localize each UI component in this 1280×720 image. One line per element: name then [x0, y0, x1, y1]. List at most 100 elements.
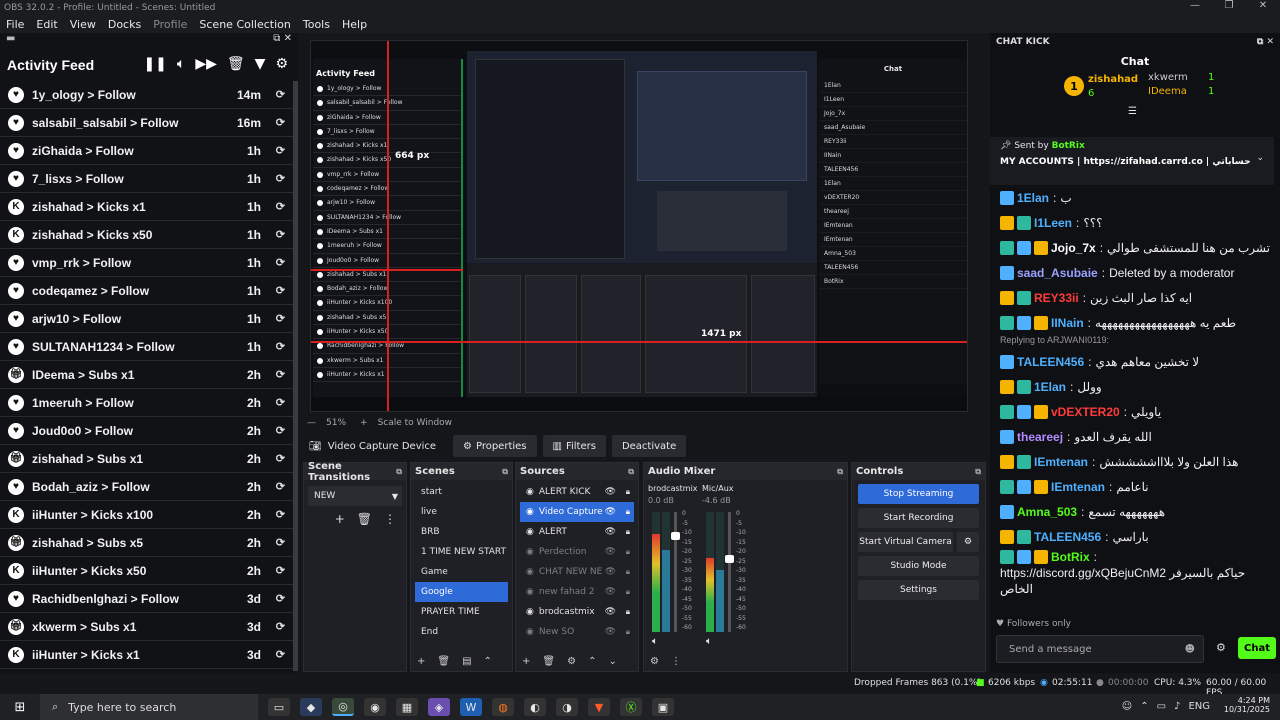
speaker-icon[interactable]: 🔈︎ — [652, 636, 658, 647]
emoji-icon[interactable]: ☻ — [1185, 644, 1195, 655]
trash-icon[interactable]: 🗑︎ — [542, 656, 555, 667]
dock-grip-icon[interactable]: ▬ — [6, 33, 15, 44]
activity-item[interactable]: ♥ Joud0o0 > Follow 2h ⟳ — [0, 417, 293, 445]
chat-username[interactable]: REY33ii — [1034, 290, 1079, 306]
dock-undock-icon[interactable]: ⧉ — [975, 467, 981, 477]
virtual-camera-button[interactable]: Start Virtual Camera — [858, 532, 953, 552]
chat-username[interactable]: TALEEN456 — [1034, 529, 1101, 545]
replay-icon[interactable]: ⟳ — [276, 620, 285, 633]
lock-icon[interactable]: 🔒︎ — [626, 607, 630, 617]
trash-icon[interactable]: 🗑︎ — [227, 56, 245, 72]
menu-file[interactable]: File — [0, 18, 30, 31]
activity-item[interactable]: KiiHunter > Kicks x50 2h ⟳ — [0, 557, 293, 585]
activity-item[interactable]: KiiHunter > Kicks x1 3d ⟳ — [0, 641, 293, 669]
gear-icon[interactable]: ⚙ — [567, 656, 576, 667]
menu-profile[interactable]: Profile — [147, 18, 193, 31]
expand-icon[interactable]: ☰ — [1128, 106, 1137, 117]
preview-toggle-icon[interactable]: — — [307, 418, 316, 428]
lock-icon[interactable]: 🔒︎ — [626, 487, 630, 497]
chat-username[interactable]: vDEXTER20 — [1051, 404, 1120, 420]
start-recording-button[interactable]: Start Recording — [858, 508, 979, 528]
activity-item[interactable]: Kzishahad > Kicks x50 1h ⟳ — [0, 221, 293, 249]
eye-icon[interactable]: 👁︎ — [605, 507, 616, 517]
replay-icon[interactable]: ⟳ — [276, 564, 285, 577]
activity-item[interactable]: ♥ 1y_ology > Follow 14m ⟳ — [0, 81, 293, 109]
activity-item[interactable]: ♥ salsabil_salsabil > Follow 16m ⟳ — [0, 109, 293, 137]
replay-icon[interactable]: ⟳ — [276, 452, 285, 465]
lock-icon[interactable]: 🔒︎ — [626, 567, 630, 577]
person-icon[interactable]: ☺ — [1122, 701, 1132, 712]
minimize-icon[interactable]: — — [1178, 0, 1212, 11]
scene-item[interactable]: Game — [415, 562, 508, 582]
activity-item[interactable]: ♥ vmp_rrk > Follow 1h ⟳ — [0, 249, 293, 277]
close-icon[interactable]: ✕ — [1246, 0, 1280, 11]
zoom-mode[interactable]: Scale to Window — [378, 418, 452, 428]
menu-edit[interactable]: Edit — [30, 18, 63, 31]
obs-icon[interactable]: ◉ — [364, 698, 386, 716]
menu-docks[interactable]: Docks — [102, 18, 147, 31]
activity-item[interactable]: 🎁︎ IDeema > Subs x1 2h ⟳ — [0, 361, 293, 389]
source-item[interactable]: ◉ New SO 👁︎ 🔒︎ — [520, 622, 634, 642]
eye-icon[interactable]: 👁︎ — [605, 587, 616, 597]
activity-item[interactable]: ♥ Bodah_aziz > Follow 2h ⟳ — [0, 473, 293, 501]
edge-icon[interactable]: ◐ — [524, 698, 546, 716]
studio-mode-button[interactable]: Studio Mode — [858, 556, 979, 576]
volume-icon[interactable]: 🔈︎ — [177, 56, 185, 72]
chat-username[interactable]: Jojo_7x — [1051, 240, 1096, 256]
eye-icon[interactable]: 👁︎ — [605, 547, 616, 557]
activity-item[interactable]: 🎁︎ xkwerm > Subs x1 3d ⟳ — [0, 613, 293, 641]
activity-item[interactable]: ♥ 7_lisxs > Follow 1h ⟳ — [0, 165, 293, 193]
pinned-text[interactable]: MY ACCOUNTS | https://zifahad.carrd.co |… — [1000, 157, 1264, 167]
activity-item[interactable]: ♥ Rachidbenlghazi > Follow 3d ⟳ — [0, 585, 293, 613]
preview-canvas[interactable]: Activity Feed 1y_ology > Follow salsabil_… — [310, 40, 968, 412]
chat-username[interactable]: IINain — [1051, 315, 1084, 331]
store-icon[interactable]: ▦ — [396, 698, 418, 716]
task-view-icon[interactable]: ▭ — [268, 698, 290, 716]
lock-icon[interactable]: 🔒︎ — [626, 587, 630, 597]
replay-icon[interactable]: ⟳ — [276, 228, 285, 241]
eye-icon[interactable]: 👁︎ — [605, 567, 616, 577]
scene-item[interactable]: Google — [415, 582, 508, 602]
source-item[interactable]: ◉ CHAT NEW NE 👁︎ 🔒︎ — [520, 562, 634, 582]
deactivate-button[interactable]: Deactivate — [611, 435, 687, 457]
chat-username[interactable]: I1Leen — [1034, 215, 1072, 231]
source-item[interactable]: ◉ Perdection 👁︎ 🔒︎ — [520, 542, 634, 562]
chat-input[interactable]: Send a message ☻ — [996, 635, 1204, 663]
replay-icon[interactable]: ⟳ — [276, 648, 285, 661]
taskbar-search[interactable]: ⌕ Type here to search — [40, 694, 258, 720]
volume-fader-handle[interactable] — [671, 532, 680, 541]
volume-fader-handle[interactable] — [725, 554, 734, 563]
filters-button[interactable]: ▥ Filters — [542, 435, 606, 457]
chevron-down-icon[interactable]: ⌄ — [1256, 153, 1264, 163]
activity-item[interactable]: Kzishahad > Kicks x1 1h ⟳ — [0, 193, 293, 221]
activity-item[interactable]: ♥ SULTANAH1234 > Follow 1h ⟳ — [0, 333, 293, 361]
eye-icon[interactable]: 👁︎ — [605, 607, 616, 617]
chrome-icon[interactable]: ◎ — [332, 698, 354, 716]
dock-controls-icon[interactable]: ⧉ ✕ — [1257, 37, 1274, 47]
send-chat-button[interactable]: Chat — [1238, 637, 1276, 659]
more-icon[interactable]: ⋮ — [384, 512, 396, 526]
replay-icon[interactable]: ⟳ — [276, 88, 285, 101]
activity-item[interactable]: 🎁︎ zishahad > Subs x1 2h ⟳ — [0, 445, 293, 473]
add-icon[interactable]: + — [417, 656, 425, 667]
app-icon[interactable]: ◆ — [300, 698, 322, 716]
menu-scene-collection[interactable]: Scene Collection — [193, 18, 296, 31]
volume-fader[interactable] — [671, 512, 680, 632]
replay-icon[interactable]: ⟳ — [276, 396, 285, 409]
replay-icon[interactable]: ⟳ — [276, 592, 285, 605]
app-purple-icon[interactable]: ◈ — [428, 698, 450, 716]
skip-icon[interactable]: ▶▶ — [195, 56, 217, 72]
lock-icon[interactable]: 🔒︎ — [626, 547, 630, 557]
chat-username[interactable]: TALEEN456 — [1017, 354, 1084, 370]
replay-icon[interactable]: ⟳ — [276, 284, 285, 297]
xbox-icon[interactable]: Ⓧ — [620, 698, 642, 716]
replay-icon[interactable]: ⟳ — [276, 116, 285, 129]
pause-icon[interactable]: ❚❚ — [143, 56, 166, 72]
activity-item[interactable]: ♥ arjw10 > Follow 1h ⟳ — [0, 305, 293, 333]
replay-icon[interactable]: ⟳ — [276, 256, 285, 269]
source-item[interactable]: ◉ Video Capture 👁︎ 🔒︎ — [520, 502, 634, 522]
gear-icon[interactable]: ⚙ — [275, 56, 288, 72]
menu-view[interactable]: View — [64, 18, 102, 31]
replay-icon[interactable]: ⟳ — [276, 480, 285, 493]
replay-icon[interactable]: ⟳ — [276, 508, 285, 521]
